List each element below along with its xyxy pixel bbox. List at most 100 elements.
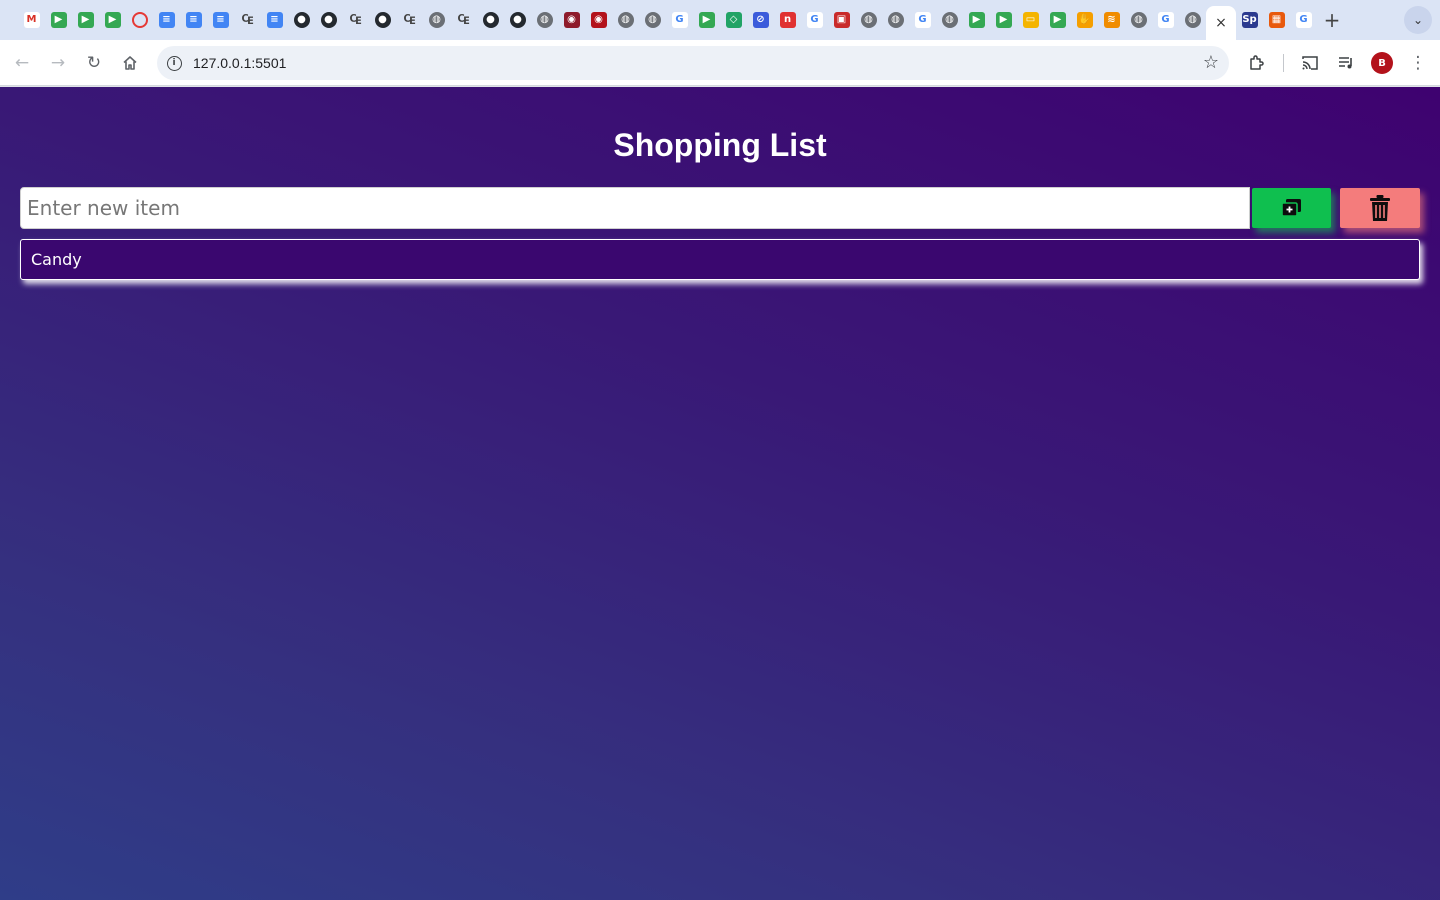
ring-favicon-icon bbox=[131, 12, 148, 28]
browser-tab[interactable]: G bbox=[801, 6, 828, 34]
globe-favicon-icon: ◍ bbox=[860, 12, 877, 28]
list-item[interactable]: Candy bbox=[20, 239, 1420, 280]
docs-favicon-icon: ≡ bbox=[212, 12, 229, 28]
tab-search-button[interactable]: ⌄ bbox=[1404, 6, 1432, 34]
browser-tab[interactable]: Sp bbox=[1236, 6, 1263, 34]
home-button[interactable] bbox=[115, 48, 145, 78]
google-favicon-icon: G bbox=[1295, 12, 1312, 28]
browser-tab[interactable]: G bbox=[1290, 6, 1317, 34]
browser-tab[interactable]: M bbox=[18, 6, 45, 34]
profile-avatar[interactable]: B bbox=[1371, 52, 1393, 74]
browser-tab[interactable]: ⊘ bbox=[747, 6, 774, 34]
browser-tab[interactable]: ≋ bbox=[1098, 6, 1125, 34]
trash-icon bbox=[1370, 195, 1390, 221]
browser-tab[interactable]: ▶ bbox=[990, 6, 1017, 34]
cast-button[interactable] bbox=[1295, 48, 1325, 78]
new-item-input[interactable] bbox=[20, 187, 1250, 229]
browser-tab[interactable]: ▶ bbox=[963, 6, 990, 34]
google-favicon-icon: G bbox=[671, 12, 688, 28]
browser-tab[interactable]: ▶ bbox=[99, 6, 126, 34]
browser-tab[interactable]: ▶ bbox=[693, 6, 720, 34]
browser-tab[interactable]: ≡ bbox=[261, 6, 288, 34]
close-tab-icon[interactable]: × bbox=[1215, 15, 1227, 31]
browser-tab[interactable]: ◍ bbox=[531, 6, 558, 34]
extensions-button[interactable] bbox=[1242, 48, 1272, 78]
gmail-favicon-icon: M bbox=[23, 12, 40, 28]
browser-tab[interactable]: ● bbox=[369, 6, 396, 34]
new-tab-button[interactable]: + bbox=[1317, 6, 1347, 34]
page-viewport: Shopping List Candy bbox=[0, 87, 1440, 900]
globe-favicon-icon: ◍ bbox=[887, 12, 904, 28]
browser-tab[interactable]: ▶ bbox=[1044, 6, 1071, 34]
app-favicon-icon: ≋ bbox=[1103, 12, 1120, 28]
browser-tab[interactable]: G bbox=[909, 6, 936, 34]
browser-tab[interactable]: ● bbox=[315, 6, 342, 34]
site-favicon-icon: ₠ bbox=[349, 12, 362, 28]
browser-menu-button[interactable]: ⋮ bbox=[1403, 48, 1433, 78]
globe-favicon-icon: ◍ bbox=[536, 12, 553, 28]
url-text: 127.0.0.1:5501 bbox=[193, 55, 287, 71]
browser-tab[interactable]: ✋ bbox=[1071, 6, 1098, 34]
address-bar[interactable]: i 127.0.0.1:5501 ☆ bbox=[157, 46, 1229, 80]
browser-tab[interactable]: G bbox=[1152, 6, 1179, 34]
slides-favicon-icon: ▭ bbox=[1022, 12, 1039, 28]
page-title: Shopping List bbox=[613, 127, 827, 163]
browser-tab[interactable]: ▶ bbox=[45, 6, 72, 34]
browser-tab-strip: M ▶ ▶ ▶ ≡ ≡ ≡ ₠ ≡ ● ● ₠ ● ₠ ◍ ₠ ● ● ◍ ◉ ◉ ◍ ◍ G ▶ ◇ ⊘ n G ▣ ◍ ◍ G ◍ ▶ ▶ ▭ ▶ ✋ ≋… bbox=[0, 0, 1440, 40]
puzzle-icon bbox=[1250, 55, 1264, 70]
docs-favicon-icon: ≡ bbox=[158, 12, 175, 28]
meet-favicon-icon: ▶ bbox=[50, 12, 67, 28]
browser-tab[interactable]: ◉ bbox=[558, 6, 585, 34]
browser-tab[interactable]: ◍ bbox=[639, 6, 666, 34]
browser-tab[interactable]: ▣ bbox=[828, 6, 855, 34]
browser-tab[interactable]: ₠ bbox=[396, 6, 423, 34]
profile-initial: B bbox=[1378, 57, 1386, 69]
browser-tab[interactable]: ◇ bbox=[720, 6, 747, 34]
browser-tab[interactable]: ● bbox=[288, 6, 315, 34]
browser-tab[interactable]: ▶ bbox=[72, 6, 99, 34]
browser-tab[interactable]: ● bbox=[477, 6, 504, 34]
globe-favicon-icon: ◍ bbox=[428, 12, 445, 28]
browser-tab[interactable]: ◍ bbox=[936, 6, 963, 34]
browser-tab[interactable]: ◍ bbox=[1179, 6, 1206, 34]
browser-tab[interactable]: ₠ bbox=[342, 6, 369, 34]
browser-tab[interactable]: ▭ bbox=[1017, 6, 1044, 34]
add-to-folder-icon bbox=[1280, 199, 1301, 217]
browser-tab[interactable] bbox=[126, 6, 153, 34]
browser-tab[interactable]: G bbox=[666, 6, 693, 34]
meet-favicon-icon: ▶ bbox=[104, 12, 121, 28]
clear-list-button[interactable] bbox=[1340, 188, 1420, 228]
back-button[interactable]: ← bbox=[7, 48, 37, 78]
meet-favicon-icon: ▶ bbox=[968, 12, 985, 28]
add-item-button[interactable] bbox=[1252, 188, 1331, 228]
forward-button[interactable]: → bbox=[43, 48, 73, 78]
forward-arrow-icon: → bbox=[50, 53, 66, 73]
site-favicon-icon: ₠ bbox=[403, 12, 416, 28]
meet-favicon-icon: ▶ bbox=[698, 12, 715, 28]
globe-favicon-icon: ◍ bbox=[1184, 12, 1201, 28]
browser-tab[interactable]: ◍ bbox=[612, 6, 639, 34]
app-favicon-icon: ✋ bbox=[1076, 12, 1093, 28]
browser-tab[interactable]: ◍ bbox=[423, 6, 450, 34]
home-icon bbox=[123, 56, 137, 70]
browser-tab[interactable]: ◍ bbox=[855, 6, 882, 34]
app-favicon-icon: ◉ bbox=[590, 12, 607, 28]
browser-tab[interactable]: ◍ bbox=[882, 6, 909, 34]
list-item-text: Candy bbox=[31, 250, 82, 269]
browser-tab[interactable]: ● bbox=[504, 6, 531, 34]
browser-tab[interactable]: ◍ bbox=[1125, 6, 1152, 34]
site-info-button[interactable]: i bbox=[157, 46, 191, 80]
globe-favicon-icon: ◍ bbox=[644, 12, 661, 28]
browser-tab[interactable]: ₠ bbox=[450, 6, 477, 34]
browser-tab[interactable]: ◉ bbox=[585, 6, 612, 34]
browser-tab[interactable]: ≡ bbox=[180, 6, 207, 34]
bookmark-star-icon[interactable]: ☆ bbox=[1203, 52, 1219, 73]
media-control-button[interactable] bbox=[1331, 48, 1361, 78]
browser-tab[interactable]: ▦ bbox=[1263, 6, 1290, 34]
reload-button[interactable]: ↻ bbox=[79, 48, 109, 78]
active-tab[interactable]: × bbox=[1206, 6, 1236, 40]
browser-tab[interactable]: ≡ bbox=[153, 6, 180, 34]
browser-tab[interactable]: n bbox=[774, 6, 801, 34]
browser-tab[interactable]: ≡ bbox=[207, 6, 234, 34]
browser-tab[interactable]: ₠ bbox=[234, 6, 261, 34]
